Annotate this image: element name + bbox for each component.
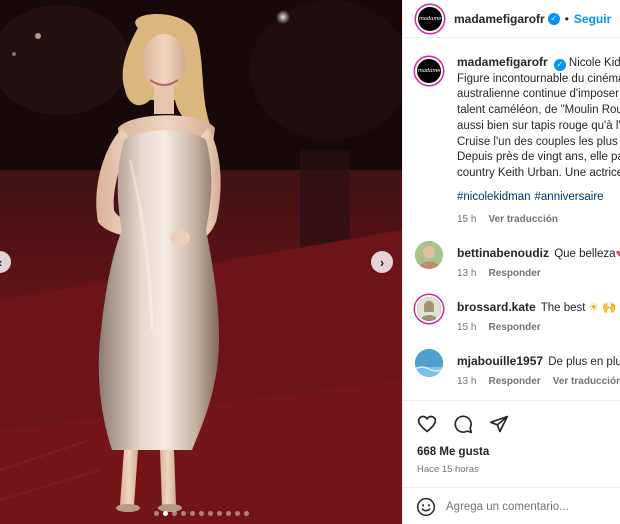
caption-line: country Keith Urban. Une actrice [457, 166, 620, 179]
emoji-text: ☀ 🙌 [588, 302, 617, 314]
reply-button[interactable]: Responder [488, 376, 540, 387]
avatar-photo [417, 297, 441, 321]
heart-icon [417, 415, 437, 433]
hashtag-list: #nicolekidman #anniversaire [457, 190, 620, 206]
avatar-photo [415, 349, 443, 377]
post-time[interactable]: Hace 15 horas [417, 464, 479, 475]
caption-username[interactable]: madamefigarofr [457, 55, 548, 69]
comment-username[interactable]: mjabouille1957 [457, 354, 543, 368]
author-avatar[interactable]: madame [416, 4, 444, 33]
carousel-dot [207, 511, 213, 516]
commenter-avatar[interactable] [415, 349, 443, 377]
comment-text: Que belleza [554, 248, 616, 260]
comment-text: The best [540, 302, 586, 314]
carousel-dot [162, 511, 168, 516]
avatar-photo [415, 241, 443, 269]
caption-avatar[interactable]: madame [415, 57, 443, 85]
action-icons [416, 413, 510, 435]
heart-emoji: ♥ [615, 248, 620, 260]
carousel-indicator [0, 511, 402, 516]
verified-badge-icon: ✓ [553, 58, 566, 71]
reply-button[interactable]: Responder [488, 268, 540, 279]
brand-logo: madame [418, 15, 442, 22]
author-username[interactable]: madamefigarofr [454, 12, 545, 26]
caption-line: aussi bien sur tapis rouge qu'à l'é [457, 119, 620, 132]
comments-list[interactable]: madame madamefigarofr ✓ Nicole Kidma Figu… [403, 38, 620, 399]
share-button[interactable] [488, 413, 510, 435]
carousel-dot [153, 511, 159, 516]
post-side-panel: madame madamefigarofr ✓ • Seguir madame … [402, 0, 620, 524]
post-photo[interactable]: ‹ › [0, 0, 402, 524]
hashtag-link[interactable]: #anniversaire [535, 191, 604, 203]
comment-username[interactable]: bettinabenoudiz [457, 246, 549, 260]
brand-logo: madame [417, 68, 441, 74]
caption-line: australienne continue d'imposer [457, 88, 620, 101]
caption-line: Figure incontournable du cinéma [457, 72, 620, 85]
comment-meta: 13 h Responder Ver traducción [457, 376, 620, 387]
carousel-dot [189, 511, 195, 516]
caption-line: talent caméléon, de "Moulin Rou [457, 104, 620, 117]
carousel-dot [198, 511, 204, 516]
caption-line: Depuis près de vingt ans, elle par [457, 151, 620, 164]
carousel-dot [180, 511, 186, 516]
comment-timestamp[interactable]: 13 h [457, 268, 476, 279]
carousel-dot [243, 511, 249, 516]
caption-meta: 15 h Ver traducción [457, 212, 620, 228]
carousel-dot [234, 511, 240, 516]
emoji-icon[interactable] [416, 497, 436, 517]
caption-line: Nicole Kidma [568, 57, 620, 69]
post-header: madame madamefigarofr ✓ • Seguir [403, 0, 620, 38]
comment-meta: 15 h Responder [457, 322, 541, 333]
comment-input[interactable] [446, 500, 606, 513]
commenter-avatar[interactable] [415, 241, 443, 269]
comment-icon [454, 415, 473, 434]
caption-timestamp[interactable]: 15 h [457, 212, 476, 228]
carousel-dot [225, 511, 231, 516]
see-translation-link[interactable]: Ver traducción [488, 212, 557, 228]
commenter-avatar[interactable] [415, 295, 443, 323]
photo-scene [0, 0, 402, 524]
comment-text: De plus en plus b [548, 356, 620, 368]
next-slide-button[interactable]: › [371, 251, 393, 273]
post-actions: 668 Me gusta Hace 15 horas [403, 400, 620, 524]
comment-timestamp[interactable]: 13 h [457, 376, 476, 387]
reply-button[interactable]: Responder [488, 322, 540, 333]
verified-badge-icon: ✓ [547, 12, 560, 25]
comment-meta: 13 h Responder [457, 268, 541, 279]
likes-count[interactable]: 668 Me gusta [417, 446, 489, 458]
see-translation-link[interactable]: Ver traducción [553, 376, 620, 387]
comment-button[interactable] [452, 413, 474, 435]
like-button[interactable] [416, 413, 438, 435]
chevron-right-icon: › [379, 254, 385, 270]
hashtag-link[interactable]: #nicolekidman [457, 191, 531, 203]
caption-line: Cruise l'un des couples les plus m [457, 135, 620, 148]
comment-username[interactable]: brossard.kate [457, 300, 536, 314]
share-icon [489, 415, 509, 433]
carousel-dot [171, 511, 177, 516]
comment-timestamp[interactable]: 15 h [457, 322, 476, 333]
carousel-dot [216, 511, 222, 516]
add-comment-bar [403, 487, 620, 524]
chevron-left-icon: ‹ [0, 255, 2, 270]
follow-button[interactable]: Seguir [574, 12, 611, 26]
separator-dot: • [564, 11, 569, 26]
